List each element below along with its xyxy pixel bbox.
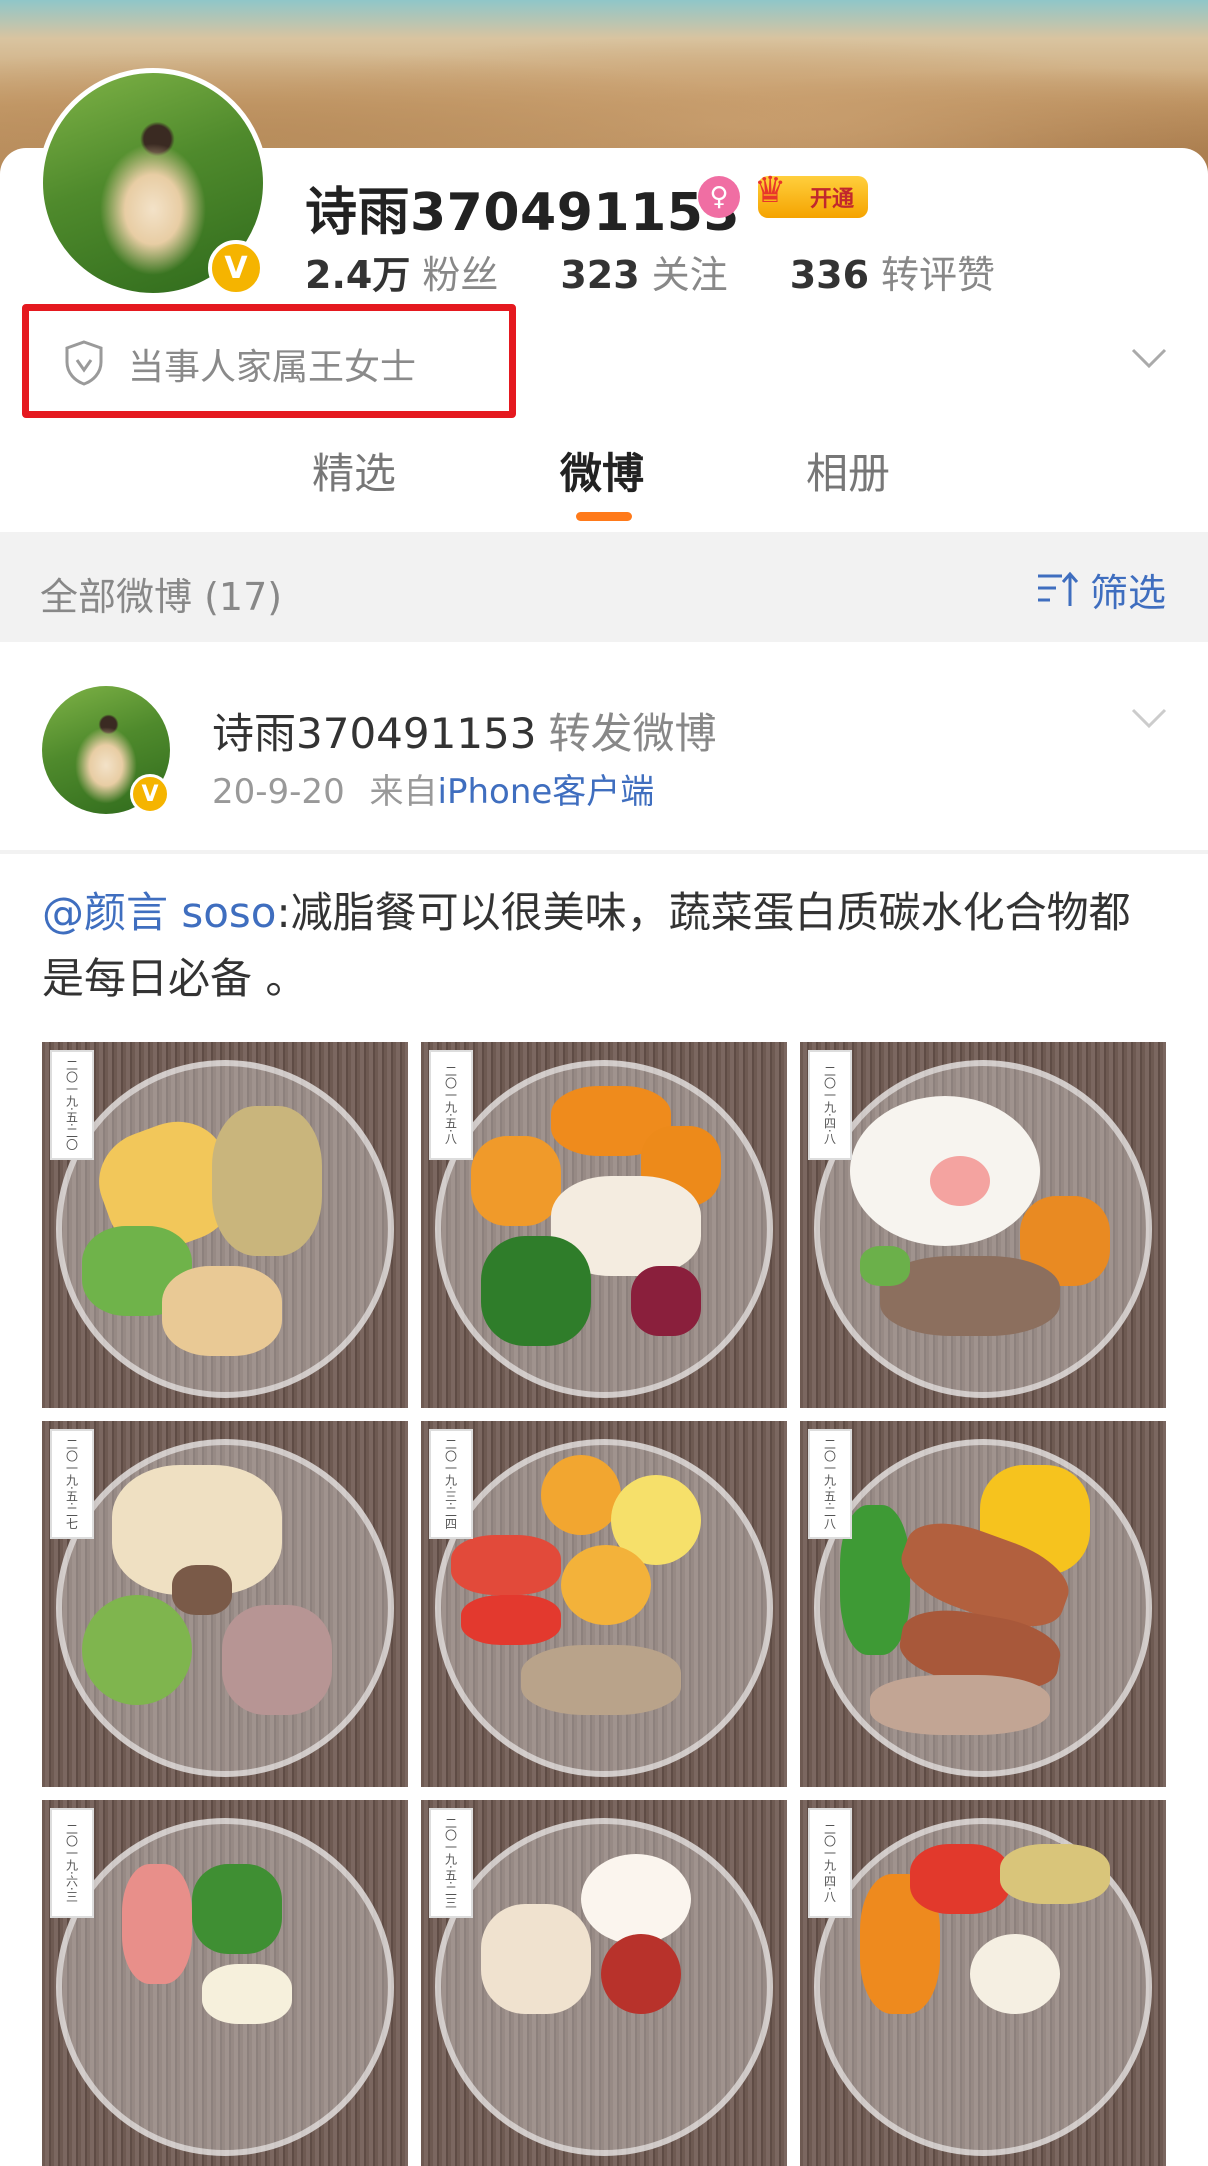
date-label: 二〇一九·五·二八: [808, 1429, 852, 1539]
stat-number: 323: [560, 253, 640, 297]
bowl-image: [56, 1818, 394, 2156]
post-image[interactable]: 二〇一九·五·二八: [800, 1421, 1166, 1787]
post-image[interactable]: 二〇一九·四·八: [800, 1042, 1166, 1408]
stat-number: 2.4万: [305, 253, 411, 297]
post-date: 20-9-20: [212, 772, 345, 812]
bowl-image: [814, 1818, 1152, 2156]
profile-username: 诗雨370491153: [305, 183, 741, 243]
filter-icon: [1038, 571, 1079, 606]
date-label: 二〇一九·五·二七: [50, 1429, 94, 1539]
filter-button[interactable]: 筛选: [1036, 562, 1166, 617]
verified-badge-icon: V: [130, 774, 170, 814]
chevron-down-icon[interactable]: [1130, 704, 1168, 732]
tab-featured[interactable]: 精选: [312, 440, 396, 501]
filter-label: 筛选: [1090, 571, 1167, 615]
verification-info: 当事人家属王女士: [128, 347, 417, 388]
divider: [0, 850, 1208, 854]
post-image[interactable]: 二〇一九·四·八: [800, 1800, 1166, 2166]
post-author: 诗雨370491153 转发微博: [212, 700, 717, 761]
post-author-name[interactable]: 诗雨370491153: [212, 709, 537, 758]
post-source[interactable]: iPhone客户端: [438, 772, 655, 812]
all-posts-count: 全部微博 (17): [40, 575, 283, 619]
bowl-image: [435, 1060, 773, 1398]
female-gender-icon: ♀: [698, 176, 740, 218]
stat-label: 转评赞: [881, 253, 996, 297]
bowl-image: [435, 1818, 773, 2156]
post-image[interactable]: 二〇一九·五·二〇: [42, 1042, 408, 1408]
stat-label: 粉丝: [422, 253, 499, 297]
mention-link[interactable]: @颜言 soso: [42, 888, 277, 937]
stat-following[interactable]: 323 关注: [560, 244, 727, 299]
stat-number: 336: [789, 253, 870, 297]
chevron-down-icon[interactable]: [1130, 344, 1168, 372]
crown-icon: ♛: [754, 170, 787, 211]
bowl-image: [814, 1439, 1152, 1777]
date-label: 二〇一九·三·二四: [429, 1429, 473, 1539]
post-text: @颜言 soso:减脂餐可以很美味，蔬菜蛋白质碳水化合物都是每日必备 。: [42, 880, 1172, 1012]
bowl-image: [814, 1060, 1152, 1398]
tab-weibo[interactable]: 微博: [560, 440, 644, 501]
bowl-image: [435, 1439, 773, 1777]
date-label: 二〇一九·四·八: [808, 1050, 852, 1160]
vip-open-button[interactable]: ♛ 开通: [754, 170, 868, 218]
tab-album[interactable]: 相册: [806, 440, 890, 501]
date-label: 二〇一九·五·二〇: [50, 1050, 94, 1160]
post-image[interactable]: 二〇一九·五·八: [421, 1042, 787, 1408]
date-label: 二〇一九·五·二三: [429, 1808, 473, 1918]
post-image[interactable]: 二〇一九·三·二四: [421, 1421, 787, 1787]
active-tab-indicator: [576, 512, 632, 521]
stat-label: 关注: [651, 253, 728, 297]
shield-icon: [65, 340, 103, 386]
date-label: 二〇一九·五·八: [429, 1050, 473, 1160]
stat-followers[interactable]: 2.4万 粉丝: [305, 244, 498, 299]
verified-badge-icon: V: [208, 240, 264, 296]
post-image[interactable]: 二〇一九·五·二三: [421, 1800, 787, 2166]
date-label: 二〇一九·六·三: [50, 1808, 94, 1918]
post-action: 转发微博: [548, 709, 717, 758]
post-meta: 20-9-20 来自iPhone客户端: [212, 764, 654, 813]
post-image[interactable]: 二〇一九·六·三: [42, 1800, 408, 2166]
vip-open-label: 开通: [809, 187, 854, 212]
date-label: 二〇一九·四·八: [808, 1808, 852, 1918]
bowl-image: [56, 1439, 394, 1777]
post-image-grid: 二〇一九·五·二〇 二〇一九·五·八 二〇一九·四·八 二〇一九·五·二七 二〇…: [42, 1042, 1166, 2166]
stat-interactions[interactable]: 336 转评赞: [790, 244, 995, 299]
profile-stats: 2.4万 粉丝 323 关注 336 转评赞: [305, 244, 995, 299]
bowl-image: [56, 1060, 394, 1398]
post-image[interactable]: 二〇一九·五·二七: [42, 1421, 408, 1787]
post-source-prefix: 来自: [369, 772, 438, 812]
